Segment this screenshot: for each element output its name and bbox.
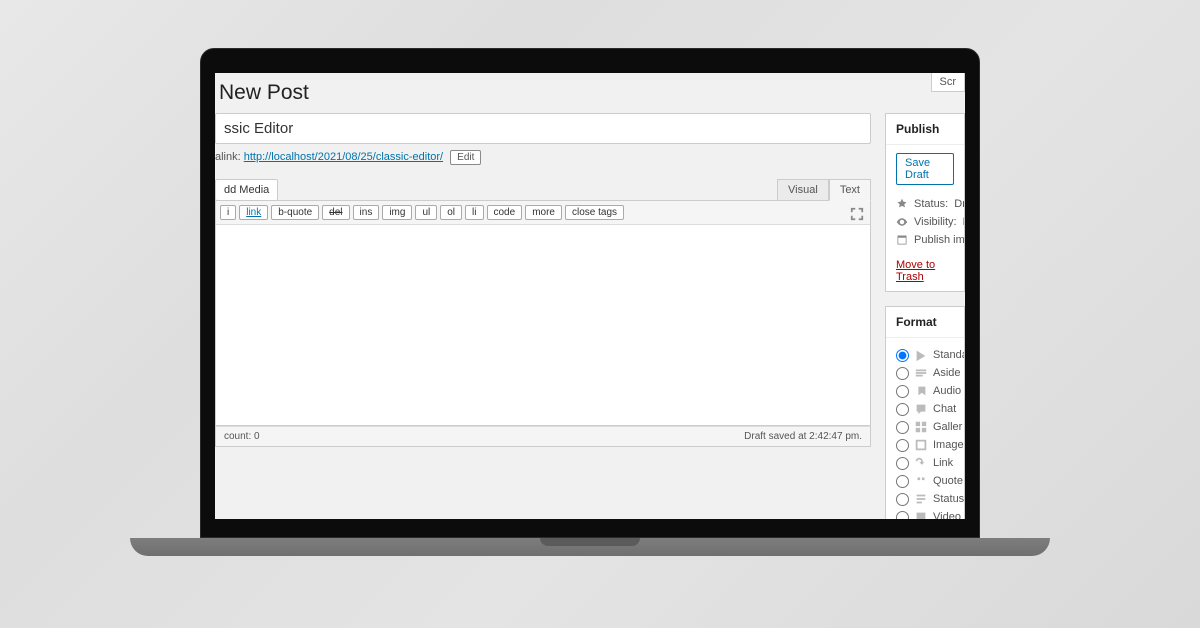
screen-options-button[interactable]: Scr [931,73,966,92]
format-radio[interactable] [896,385,909,398]
word-count: count: 0 [224,431,260,442]
toolbar-btn-more[interactable]: more [525,205,562,220]
format-label: Aside [933,367,961,379]
draft-saved-time: Draft saved at 2:42:47 pm. [744,431,862,442]
status-value: Dra [954,198,965,210]
format-label: Audio [933,385,961,397]
wp-editor-screen: Scr New Post alink: http://localhost/202… [215,73,965,519]
format-icon [914,438,928,452]
publish-box-title: Publish [886,114,964,145]
format-icon [914,420,928,434]
format-option-standa[interactable]: Standa [896,346,954,364]
toolbar-btn-i[interactable]: i [220,205,236,220]
format-label: Video [933,511,961,519]
format-label: Image [933,439,964,451]
format-icon [914,348,928,362]
format-radio[interactable] [896,475,909,488]
format-radio[interactable] [896,511,909,520]
toolbar-btn-ul[interactable]: ul [415,205,437,220]
calendar-icon [896,234,908,246]
format-label: Link [933,457,953,469]
toolbar-btn-li[interactable]: li [465,205,483,220]
toolbar-btn-del[interactable]: del [322,205,349,220]
format-icon [914,456,928,470]
format-option-quote[interactable]: Quote [896,472,954,490]
move-to-trash-link[interactable]: Move to Trash [896,259,954,283]
status-label: Status: [914,198,948,210]
format-label: Quote [933,475,963,487]
format-radio[interactable] [896,457,909,470]
format-option-status[interactable]: Status [896,490,954,508]
permalink-row: alink: http://localhost/2021/08/25/class… [215,150,871,165]
pin-icon [896,198,908,210]
editor-container: i link b-quote del ins img ul ol li code… [215,200,871,426]
add-media-button[interactable]: dd Media [215,179,278,201]
format-label: Chat [933,403,956,415]
permalink-url-link[interactable]: http://localhost/2021/08/25/classic-edit… [244,151,443,163]
format-box: Format StandaAsideAudioChatGallerImageLi… [885,306,965,519]
visibility-value: P [963,216,965,228]
save-draft-button[interactable]: Save Draft [896,153,954,185]
toolbar-btn-bquote[interactable]: b-quote [271,205,319,220]
format-radio[interactable] [896,439,909,452]
visibility-label: Visibility: [914,216,957,228]
tab-visual[interactable]: Visual [777,179,829,201]
toolbar-btn-ins[interactable]: ins [353,205,380,220]
toolbar-btn-code[interactable]: code [487,205,523,220]
format-icon [914,366,928,380]
format-option-galler[interactable]: Galler [896,418,954,436]
permalink-label: alink: [215,151,241,163]
post-title-input[interactable] [215,113,871,144]
page-title: New Post [215,73,965,113]
permalink-edit-button[interactable]: Edit [450,150,481,165]
format-label: Status [933,493,964,505]
format-radio[interactable] [896,421,909,434]
text-toolbar: i link b-quote del ins img ul ol li code… [216,201,870,225]
format-option-aside[interactable]: Aside [896,364,954,382]
toolbar-btn-img[interactable]: img [382,205,412,220]
format-option-audio[interactable]: Audio [896,382,954,400]
tab-text[interactable]: Text [829,179,871,201]
format-label: Standa [933,349,965,361]
format-radio[interactable] [896,367,909,380]
format-icon [914,492,928,506]
fullscreen-icon[interactable] [850,207,864,221]
format-icon [914,384,928,398]
editor-textarea[interactable] [216,225,870,425]
format-option-video[interactable]: Video [896,508,954,519]
format-option-chat[interactable]: Chat [896,400,954,418]
format-radio[interactable] [896,403,909,416]
toolbar-btn-closetags[interactable]: close tags [565,205,624,220]
format-icon [914,510,928,519]
format-icon [914,474,928,488]
format-label: Galler [933,421,962,433]
publish-box: Publish Save Draft Status: Dra Visibilit… [885,113,965,292]
format-option-link[interactable]: Link [896,454,954,472]
publish-date-label: Publish im [914,234,965,246]
eye-icon [896,216,908,228]
editor-status-bar: count: 0 Draft saved at 2:42:47 pm. [215,426,871,447]
toolbar-btn-ol[interactable]: ol [440,205,462,220]
format-radio[interactable] [896,493,909,506]
format-radio[interactable] [896,349,909,362]
format-icon [914,402,928,416]
toolbar-btn-link[interactable]: link [239,205,268,220]
format-option-image[interactable]: Image [896,436,954,454]
format-box-title: Format [886,307,964,338]
